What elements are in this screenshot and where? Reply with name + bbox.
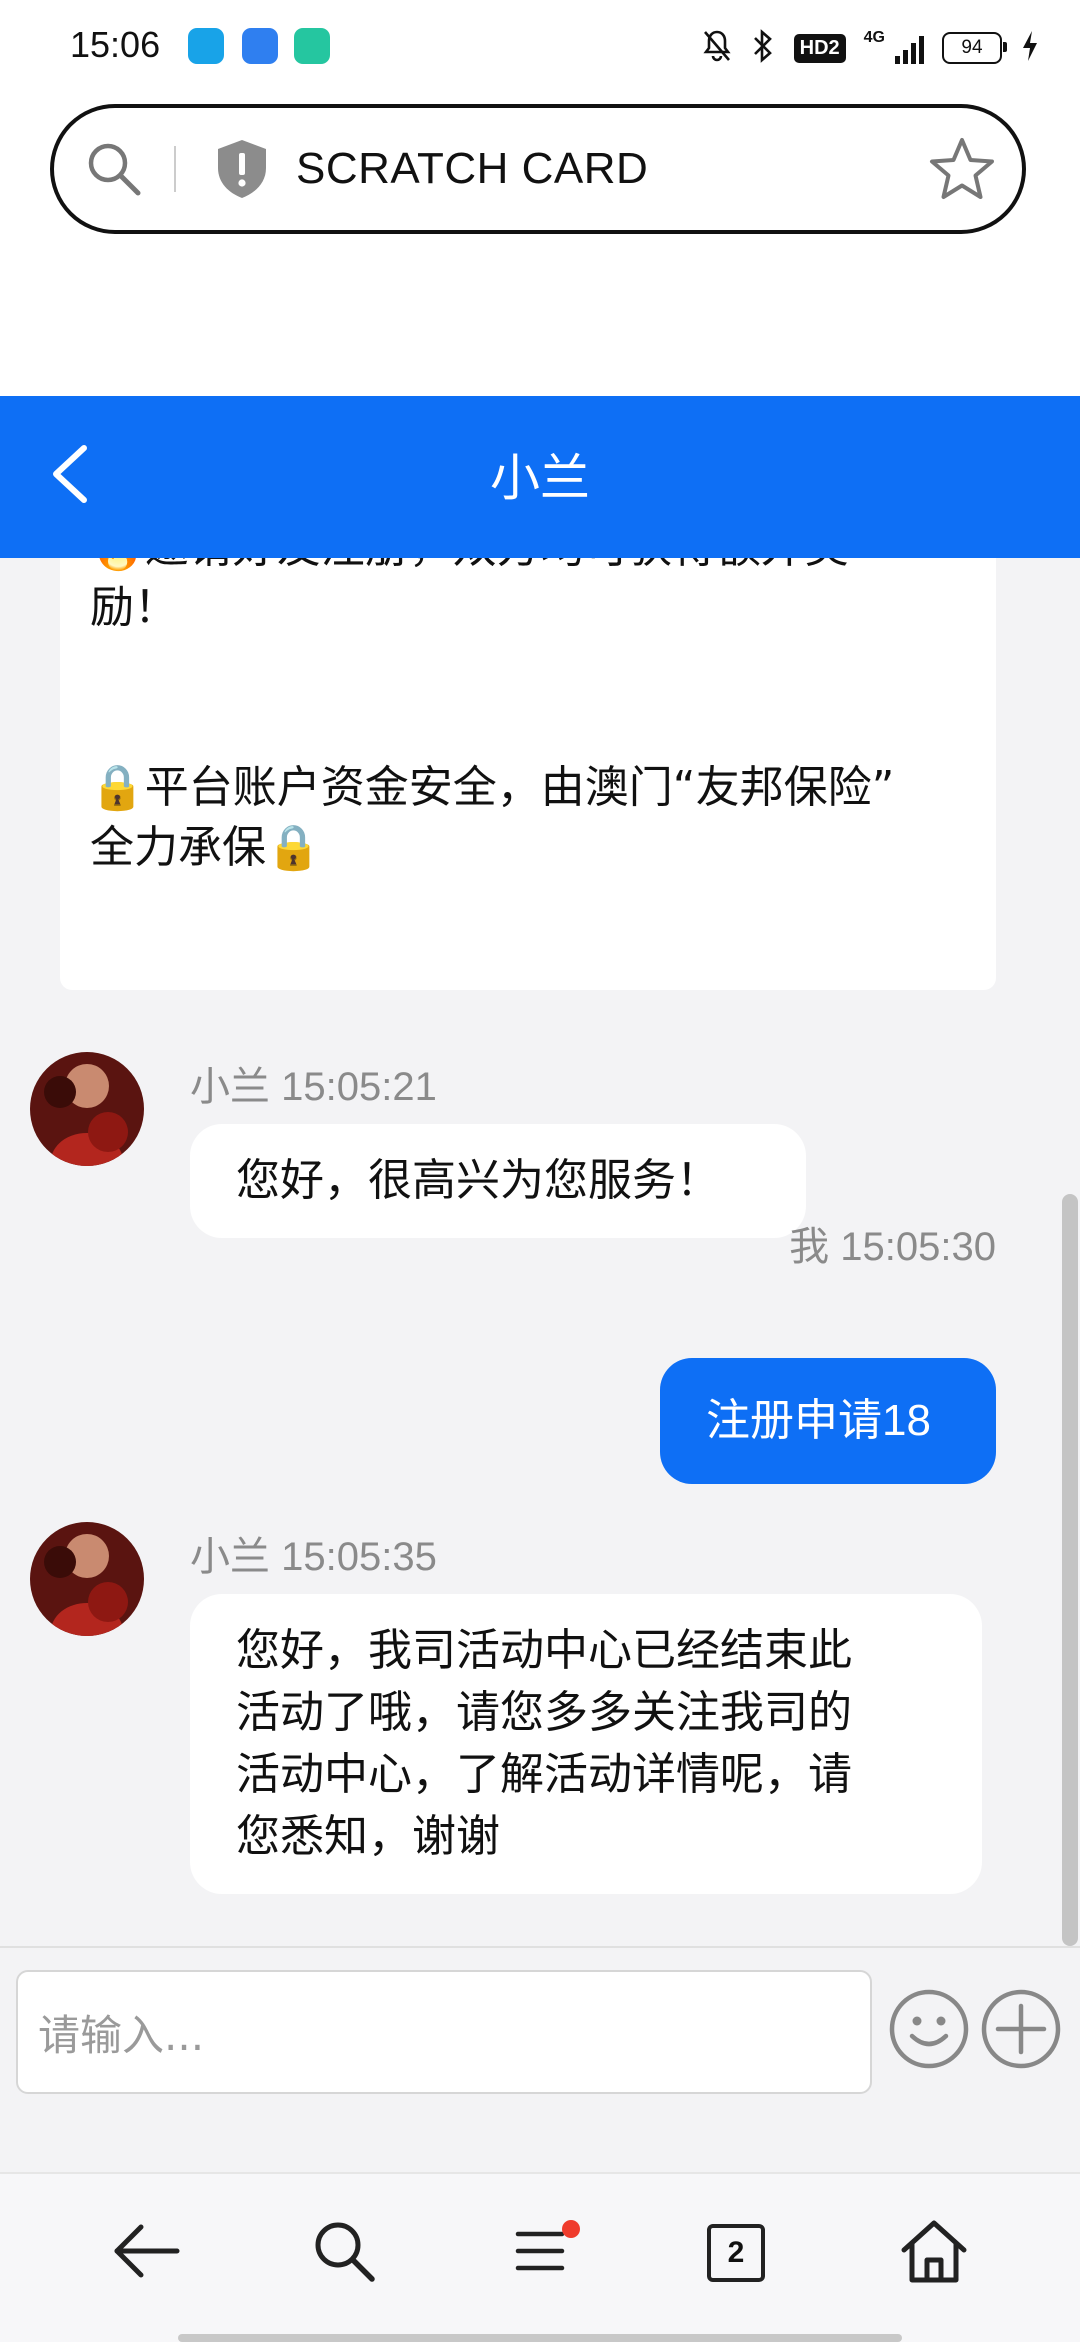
info-line: 🔒平台账户资金安全，由澳门“友邦保险” [90,762,895,813]
app-notification-icon-3 [294,28,330,64]
message-input[interactable]: 请输入... [16,1970,872,2094]
message-meta: 我 15:05:30 [789,1225,996,1269]
address-bar[interactable]: SCRATCH CARD [50,104,1026,234]
message-list[interactable]: 🔥邀请好友注册，双方均可获得额外奖 励！ 🔒平台账户资金安全，由澳门“友邦保险”… [0,558,1080,1946]
chat-title: 小兰 [490,449,590,507]
scrollbar[interactable] [1062,1194,1078,1946]
hd-badge: HD2 [793,33,846,63]
avatar[interactable] [30,1052,144,1166]
star-icon[interactable] [902,136,1022,202]
search-icon [310,2217,378,2289]
network-type: 4G [863,29,885,46]
plus-circle-icon [980,1989,1062,2074]
browser-header: SCRATCH CARD [0,96,1080,396]
mute-bell-icon [702,29,732,67]
message-text: 活动了哦，请您多多关注我司的 [236,1687,852,1738]
bottom-nav: 2 [0,2172,1080,2342]
home-icon [900,2218,968,2288]
nav-tabs-button[interactable]: 2 [686,2208,786,2298]
message-text: 您好，很高兴为您服务！ [236,1155,720,1206]
back-arrow-icon [111,2221,181,2285]
notification-dot [562,2220,580,2238]
nav-home-button[interactable] [884,2208,984,2298]
page-title[interactable]: SCRATCH CARD [296,144,902,194]
input-area: 请输入... [0,1946,1080,2174]
charging-icon [1020,29,1040,67]
info-line: 全力承保🔒 [90,822,321,873]
message-meta: 小兰 15:05:21 [190,1065,437,1109]
battery-level: 94 [961,37,983,58]
message-text: 您好，我司活动中心已经结束此 [236,1625,852,1676]
emoji-button[interactable] [888,1988,970,2070]
input-placeholder: 请输入... [38,2010,205,2060]
battery-indicator: 94 [942,32,1007,64]
my-message-bubble[interactable]: 注册申请18 [660,1358,996,1484]
tab-count: 2 [727,2236,745,2269]
smiley-icon [888,1989,970,2074]
message-text: 活动中心，了解活动详情呢，请 [236,1749,852,1800]
avatar[interactable] [30,1522,144,1636]
message-bubble[interactable]: 您好，我司活动中心已经结束此 活动了哦，请您多多关注我司的 活动中心，了解活动详… [190,1594,982,1894]
nav-menu-button[interactable] [490,2208,590,2298]
message-meta: 小兰 15:05:35 [190,1535,437,1579]
signal-icon [895,32,924,64]
info-line: 🔥邀请好友注册，双方均可获得额外奖 [90,558,966,578]
message-text: 注册申请18 [706,1396,931,1445]
status-time: 15:06 [70,24,161,65]
message-bubble[interactable]: 您好，很高兴为您服务！ [190,1124,806,1238]
status-bar: 15:06 HD2 4G 94 [0,0,1080,96]
app-notification-icon-2 [242,28,278,64]
add-attachment-button[interactable] [980,1988,1062,2070]
shield-icon[interactable] [214,137,270,201]
nav-search-button[interactable] [294,2208,394,2298]
tabs-icon: 2 [707,2224,765,2282]
bluetooth-icon [750,29,776,67]
chat-header: 小兰 [0,396,1080,558]
search-icon[interactable] [54,108,174,230]
info-line: 励！ [90,582,178,633]
address-divider [174,146,176,192]
message-text: 您悉知，谢谢 [236,1811,500,1862]
nav-back-button[interactable] [96,2208,196,2298]
app-notification-icon-1 [188,28,224,64]
home-indicator[interactable] [178,2334,902,2342]
info-card: 🔥邀请好友注册，双方均可获得额外奖 励！ 🔒平台账户资金安全，由澳门“友邦保险”… [60,558,996,990]
menu-icon [512,2226,568,2280]
